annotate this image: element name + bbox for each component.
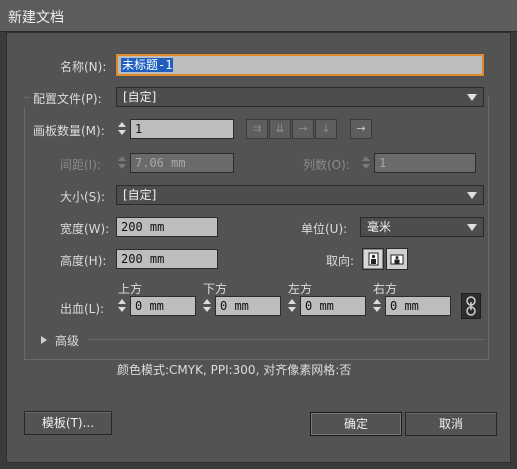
- name-input[interactable]: 未标题-1: [116, 54, 484, 76]
- name-label: 名称(N):: [60, 60, 107, 74]
- cancel-button[interactable]: 取消: [405, 412, 497, 436]
- portrait-button[interactable]: [362, 248, 384, 270]
- units-select[interactable]: 毫米: [360, 217, 484, 237]
- stepper-down-icon: [118, 307, 126, 312]
- artboards-stepper[interactable]: [116, 119, 128, 139]
- bleed-link-button[interactable]: [461, 293, 481, 319]
- stepper-down-icon: [362, 164, 370, 169]
- group-border-right: [488, 97, 489, 359]
- stepper-up-icon: [118, 156, 126, 161]
- stepper-down-icon: [373, 307, 381, 312]
- arrange-by-row-icon[interactable]: →: [292, 119, 314, 139]
- stepper-up-icon: [288, 299, 296, 304]
- height-input[interactable]: 200 mm: [116, 249, 218, 269]
- stepper-down-icon: [118, 164, 126, 169]
- profile-select-value: [自定]: [123, 90, 157, 104]
- link-icon: [466, 296, 476, 316]
- window-title: 新建文档: [8, 10, 64, 26]
- width-input[interactable]: 200 mm: [116, 217, 218, 237]
- templates-button[interactable]: 模板(T)...: [24, 411, 112, 435]
- stepper-up-icon: [373, 299, 381, 304]
- bleed-bottom-input[interactable]: 0 mm: [215, 296, 281, 316]
- spacing-input[interactable]: 7.06 mm: [130, 153, 234, 173]
- units-select-value: 毫米: [367, 220, 392, 234]
- artboards-input[interactable]: 1: [130, 119, 234, 139]
- grid-by-row-icon[interactable]: ⇉: [246, 119, 268, 139]
- stepper-up-icon: [118, 122, 126, 127]
- bleed-label: 出血(L):: [60, 302, 105, 316]
- profile-select[interactable]: [自定]: [116, 87, 484, 107]
- chevron-down-icon: [467, 192, 477, 199]
- bleed-bottom-stepper[interactable]: [201, 296, 213, 316]
- bleed-top-label: 上方: [118, 282, 143, 296]
- profile-label: 配置文件(P):: [33, 92, 102, 106]
- landscape-button[interactable]: [386, 248, 408, 270]
- change-to-rtl-icon[interactable]: →: [350, 119, 372, 139]
- size-select[interactable]: [自定]: [116, 185, 484, 205]
- bleed-bottom-label: 下方: [203, 282, 228, 296]
- bleed-right-input[interactable]: 0 mm: [385, 296, 451, 316]
- columns-stepper[interactable]: [360, 153, 372, 173]
- stepper-up-icon: [362, 156, 370, 161]
- columns-label: 列数(O):: [303, 158, 350, 172]
- arrange-by-column-icon[interactable]: ↓: [315, 119, 337, 139]
- portrait-icon: [368, 252, 379, 266]
- stepper-up-icon: [118, 299, 126, 304]
- height-label: 高度(H):: [60, 254, 107, 268]
- title-bar[interactable]: 新建文档: [0, 0, 517, 32]
- stepper-up-icon: [203, 299, 211, 304]
- artboards-label: 画板数量(M):: [33, 124, 105, 138]
- disclosure-triangle-icon[interactable]: [41, 336, 47, 344]
- document-summary: 颜色模式:CMYK, PPI:300, 对齐像素网格:否: [117, 363, 352, 377]
- name-input-value: 未标题-1: [121, 58, 174, 72]
- group-border-bottom: [24, 359, 489, 360]
- bleed-left-stepper[interactable]: [286, 296, 298, 316]
- stepper-down-icon: [118, 130, 126, 135]
- bleed-right-stepper[interactable]: [371, 296, 383, 316]
- stepper-down-icon: [203, 307, 211, 312]
- size-label: 大小(S):: [60, 190, 106, 204]
- stepper-down-icon: [288, 307, 296, 312]
- spacing-stepper[interactable]: [116, 153, 128, 173]
- group-border-top-left: [24, 97, 30, 98]
- orientation-label: 取向:: [326, 254, 355, 268]
- ok-button[interactable]: 确定: [310, 412, 402, 436]
- advanced-divider: [88, 339, 484, 340]
- grid-by-column-icon[interactable]: ⇊: [269, 119, 291, 139]
- width-label: 宽度(W):: [60, 222, 110, 236]
- chevron-down-icon: [467, 224, 477, 231]
- columns-input[interactable]: 1: [374, 153, 476, 173]
- size-select-value: [自定]: [123, 188, 157, 202]
- advanced-toggle[interactable]: 高级: [55, 332, 79, 349]
- units-label: 单位(U):: [301, 222, 348, 236]
- bleed-left-input[interactable]: 0 mm: [300, 296, 366, 316]
- group-border-left: [24, 107, 25, 359]
- landscape-icon: [390, 254, 404, 265]
- bleed-top-input[interactable]: 0 mm: [130, 296, 196, 316]
- bleed-left-label: 左方: [288, 282, 313, 296]
- spacing-label: 间距(I):: [60, 158, 101, 172]
- chevron-down-icon: [467, 94, 477, 101]
- bleed-right-label: 右方: [373, 282, 398, 296]
- bleed-top-stepper[interactable]: [116, 296, 128, 316]
